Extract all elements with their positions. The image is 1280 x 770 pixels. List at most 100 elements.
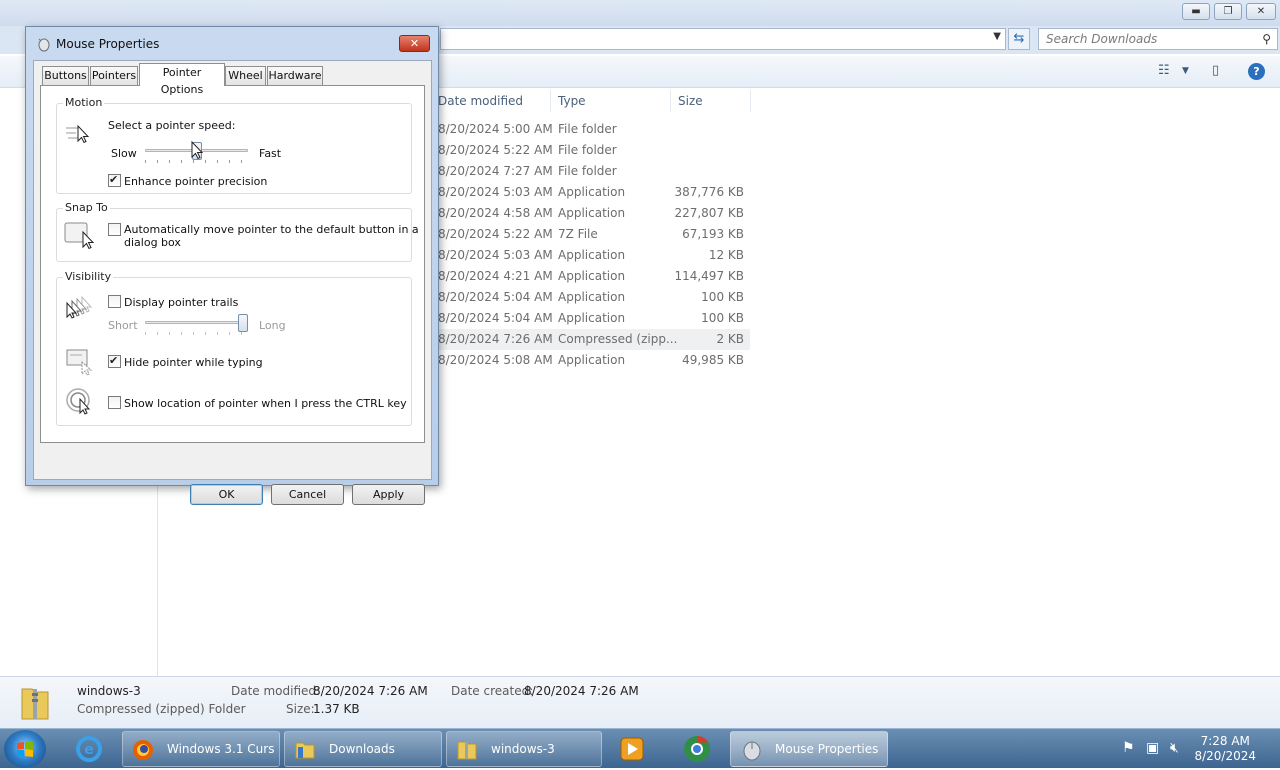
- details-name: windows-3: [77, 684, 141, 698]
- table-row[interactable]: 8/20/2024 5:08 AM Application 49,985 KB: [432, 350, 750, 371]
- taskbar-item-label: Windows 3.1 Curs...: [167, 742, 275, 756]
- tab-wheel[interactable]: Wheel: [225, 66, 266, 85]
- apply-button[interactable]: Apply: [352, 484, 425, 505]
- search-icon[interactable]: ⚲: [1262, 29, 1271, 49]
- tab-pointers[interactable]: Pointers: [90, 66, 138, 85]
- cell-date: 8/20/2024 5:22 AM: [438, 227, 553, 241]
- internet-explorer-icon[interactable]: e: [62, 731, 116, 767]
- cell-type: Application: [558, 311, 626, 325]
- column-separator[interactable]: [670, 90, 671, 112]
- address-bar[interactable]: ▼: [440, 28, 1006, 50]
- tab-pointer-options[interactable]: Pointer Options: [139, 63, 225, 96]
- chrome-icon[interactable]: [670, 731, 724, 767]
- column-separator[interactable]: [750, 90, 751, 112]
- table-row[interactable]: 8/20/2024 5:22 AM 7Z File 67,193 KB: [432, 224, 750, 245]
- table-row[interactable]: 8/20/2024 5:04 AM Application 100 KB: [432, 287, 750, 308]
- taskbar: e Windows 3.1 Curs... Downloads windows-…: [0, 728, 1280, 768]
- start-button[interactable]: [4, 730, 46, 768]
- details-pane: windows-3 Compressed (zipped) Folder Dat…: [0, 676, 1280, 728]
- taskbar-item-windows-3[interactable]: windows-3: [446, 731, 602, 767]
- cell-size: 227,807 KB: [674, 206, 744, 220]
- volume-muted-icon[interactable]: 🔇︎: [1170, 740, 1179, 756]
- pointer-trail-length-slider[interactable]: [145, 314, 248, 338]
- preview-pane-icon[interactable]: ▯: [1212, 63, 1219, 78]
- mouse-icon: [38, 38, 50, 52]
- hide-pointer-checkbox[interactable]: ✔: [108, 354, 121, 368]
- table-row[interactable]: 8/20/2024 5:00 AM File folder: [432, 119, 750, 140]
- show-location-icon: [66, 388, 91, 415]
- cell-type: Application: [558, 248, 626, 262]
- show-location-label[interactable]: Show location of pointer when I press th…: [124, 397, 407, 410]
- snap-to-icon: [64, 222, 95, 250]
- hide-pointer-label[interactable]: Hide pointer while typing: [124, 356, 263, 369]
- column-header-size[interactable]: Size: [678, 90, 703, 112]
- enhance-precision-label[interactable]: Enhance pointer precision: [124, 175, 267, 188]
- taskbar-item-downloads[interactable]: Downloads: [284, 731, 442, 767]
- tab-buttons[interactable]: Buttons: [42, 66, 89, 85]
- details-kind: Compressed (zipped) Folder: [77, 702, 246, 716]
- pointer-trails-checkbox[interactable]: [108, 295, 121, 308]
- table-row[interactable]: 8/20/2024 5:04 AM Application 100 KB: [432, 308, 750, 329]
- table-row[interactable]: 8/20/2024 7:26 AM Compressed (zipp... 2 KB: [432, 329, 750, 350]
- slider-thumb[interactable]: [238, 314, 248, 332]
- table-row[interactable]: 8/20/2024 4:21 AM Application 114,497 KB: [432, 266, 750, 287]
- system-tray: ⚑ ▣ 🔇︎ 7:28 AM 8/20/2024: [1118, 729, 1280, 769]
- cell-date: 8/20/2024 5:00 AM: [438, 122, 553, 136]
- snap-to-checkbox[interactable]: [108, 223, 121, 236]
- network-icon[interactable]: ▣: [1146, 740, 1159, 756]
- maximize-button[interactable]: ❐: [1214, 3, 1242, 20]
- cell-size: 387,776 KB: [674, 185, 744, 199]
- zip-folder-icon: [21, 688, 49, 720]
- cell-date: 8/20/2024 7:27 AM: [438, 164, 553, 178]
- chevron-down-icon[interactable]: ▼: [993, 31, 1001, 42]
- pointer-speed-icon: [66, 124, 90, 144]
- view-options-icon[interactable]: ☷: [1158, 63, 1170, 78]
- cell-type: 7Z File: [558, 227, 598, 241]
- minimize-button[interactable]: ▬: [1182, 3, 1210, 20]
- search-input[interactable]: Search Downloads ⚲: [1038, 28, 1278, 50]
- table-row[interactable]: 8/20/2024 7:27 AM File folder: [432, 161, 750, 182]
- action-center-flag-icon[interactable]: ⚑: [1122, 740, 1135, 756]
- details-modified-value: 8/20/2024 7:26 AM: [313, 684, 428, 698]
- explorer-titlebar: ▬ ❐ ✕: [0, 0, 1280, 26]
- cell-date: 8/20/2024 4:58 AM: [438, 206, 553, 220]
- search-placeholder: Search Downloads: [1046, 32, 1158, 46]
- taskbar-item-label: windows-3: [491, 742, 555, 756]
- clock[interactable]: 7:28 AM 8/20/2024: [1194, 734, 1256, 764]
- show-location-checkbox[interactable]: [108, 396, 121, 409]
- details-size-value: 1.37 KB: [313, 702, 360, 716]
- help-icon[interactable]: ?: [1248, 63, 1265, 80]
- snap-to-label-line1[interactable]: Automatically move pointer to the defaul…: [124, 223, 419, 236]
- taskbar-item-mouse-properties[interactable]: Mouse Properties: [730, 731, 888, 767]
- column-separator[interactable]: [550, 90, 551, 112]
- media-player-icon[interactable]: [606, 731, 660, 767]
- pointer-options-panel: Motion Select a pointer speed: Slow Fast…: [40, 85, 425, 443]
- taskbar-item-firefox[interactable]: Windows 3.1 Curs...: [122, 731, 280, 767]
- column-header-date[interactable]: Date modified: [438, 90, 523, 112]
- short-label: Short: [108, 319, 138, 332]
- tab-hardware[interactable]: Hardware: [267, 66, 323, 85]
- table-row[interactable]: 8/20/2024 5:03 AM Application 12 KB: [432, 245, 750, 266]
- clock-date: 8/20/2024: [1194, 749, 1256, 763]
- dialog-title: Mouse Properties: [56, 37, 160, 51]
- clock-time: 7:28 AM: [1200, 734, 1250, 748]
- table-row[interactable]: 8/20/2024 5:22 AM File folder: [432, 140, 750, 161]
- pointer-trails-icon: [66, 295, 93, 319]
- enhance-precision-checkbox[interactable]: ✔: [108, 173, 121, 187]
- snap-to-group: Snap To Automatically move pointer to th…: [56, 201, 419, 262]
- close-window-button[interactable]: ✕: [1246, 3, 1276, 20]
- chevron-down-icon[interactable]: ▼: [1182, 66, 1189, 76]
- table-row[interactable]: 8/20/2024 4:58 AM Application 227,807 KB: [432, 203, 750, 224]
- cancel-button[interactable]: Cancel: [271, 484, 344, 505]
- ok-button[interactable]: OK: [190, 484, 263, 505]
- table-row[interactable]: 8/20/2024 5:03 AM Application 387,776 KB: [432, 182, 750, 203]
- snap-to-label-line2[interactable]: dialog box: [124, 236, 181, 249]
- dialog-close-button[interactable]: ✕: [399, 35, 430, 52]
- visibility-heading: Visibility: [63, 270, 114, 283]
- cell-date: 8/20/2024 5:08 AM: [438, 353, 553, 367]
- refresh-button[interactable]: ⇆: [1008, 28, 1030, 50]
- pointer-trails-label[interactable]: Display pointer trails: [124, 296, 238, 309]
- slider-ticks: [145, 332, 248, 335]
- column-header-type[interactable]: Type: [558, 90, 586, 112]
- mouse-properties-dialog: Mouse Properties ✕ Buttons Pointers Poin…: [25, 26, 439, 505]
